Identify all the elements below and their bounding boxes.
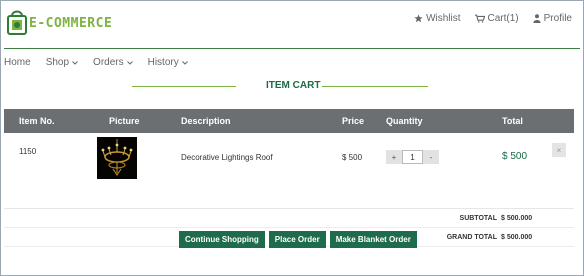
header-quantity: Quantity: [386, 116, 423, 126]
header-total: Total: [502, 116, 523, 126]
nav-shop-label: Shop: [45, 57, 70, 68]
subtotal-label: SUBTOTAL: [459, 215, 497, 222]
cart-link[interactable]: Cart(1): [474, 13, 519, 24]
item-description: Decorative Lightings Roof: [181, 153, 273, 162]
header-price: Price: [342, 116, 365, 126]
wishlist-label: Wishlist: [426, 13, 461, 24]
grand-total-value: $ 500.000: [501, 234, 533, 241]
subtotal-value: $ 500.000: [501, 215, 533, 222]
main-nav: Home Shop Orders History: [4, 57, 188, 68]
nav-shop[interactable]: Shop: [46, 57, 78, 68]
brand-logo[interactable]: E-COMMERCE: [6, 7, 112, 35]
profile-link[interactable]: Profile: [533, 13, 572, 24]
item-price: $ 500: [342, 153, 363, 162]
remove-item-button[interactable]: ×: [552, 143, 566, 157]
table-row: 1150 Decorative Lightings Roof $ 500 + -: [4, 133, 574, 209]
grand-total-label: GRAND TOTAL: [446, 234, 497, 241]
page-title: ITEM CART: [266, 80, 321, 91]
close-icon: ×: [556, 145, 562, 155]
place-order-button[interactable]: Place Order: [268, 231, 326, 248]
header-item-no: Item No.: [19, 116, 55, 126]
table-header: Item No. Picture Description Price Quant…: [4, 109, 574, 133]
quantity-decrease-button[interactable]: -: [423, 150, 439, 164]
nav-orders-label: Orders: [93, 57, 124, 68]
continue-shopping-button[interactable]: Continue Shopping: [179, 231, 265, 248]
item-total: $ 500: [502, 151, 528, 162]
wishlist-link[interactable]: Wishlist: [414, 13, 461, 24]
make-blanket-order-button[interactable]: Make Blanket Order: [329, 231, 417, 248]
top-links: Wishlist Cart(1) Profile: [414, 13, 572, 24]
section-heading: ITEM CART: [4, 80, 580, 94]
subtotal-row: SUBTOTAL $ 500.000: [4, 209, 574, 228]
cart-icon: [474, 14, 485, 23]
cart-table: Item No. Picture Description Price Quant…: [4, 109, 574, 247]
nav-home-label: Home: [4, 57, 31, 68]
quantity-input[interactable]: [402, 150, 423, 164]
header-divider: [4, 48, 580, 49]
nav-orders[interactable]: Orders: [93, 57, 133, 68]
nav-history-label: History: [147, 57, 179, 68]
chandelier-image: [97, 137, 137, 179]
chevron-down-icon: [126, 57, 133, 68]
brand-name: E-COMMERCE: [29, 15, 113, 31]
item-number: 1150: [19, 147, 37, 156]
profile-label: Profile: [543, 13, 572, 24]
star-icon: [414, 14, 423, 23]
title-divider-left: [132, 86, 236, 87]
cart-actions: Continue Shopping Place Order Make Blank…: [179, 231, 417, 248]
title-divider-right: [322, 86, 428, 87]
nav-history[interactable]: History: [148, 57, 188, 68]
nav-home[interactable]: Home: [4, 57, 31, 68]
header-picture: Picture: [109, 116, 140, 126]
chevron-down-icon: [72, 57, 78, 68]
user-icon: [533, 14, 541, 23]
header-description: Description: [181, 116, 231, 126]
cart-label: Cart(1): [487, 13, 519, 24]
chevron-down-icon: [181, 57, 188, 68]
quantity-stepper: + -: [386, 150, 439, 164]
quantity-increase-button[interactable]: +: [386, 150, 402, 164]
shopping-bag-icon: [6, 7, 28, 35]
